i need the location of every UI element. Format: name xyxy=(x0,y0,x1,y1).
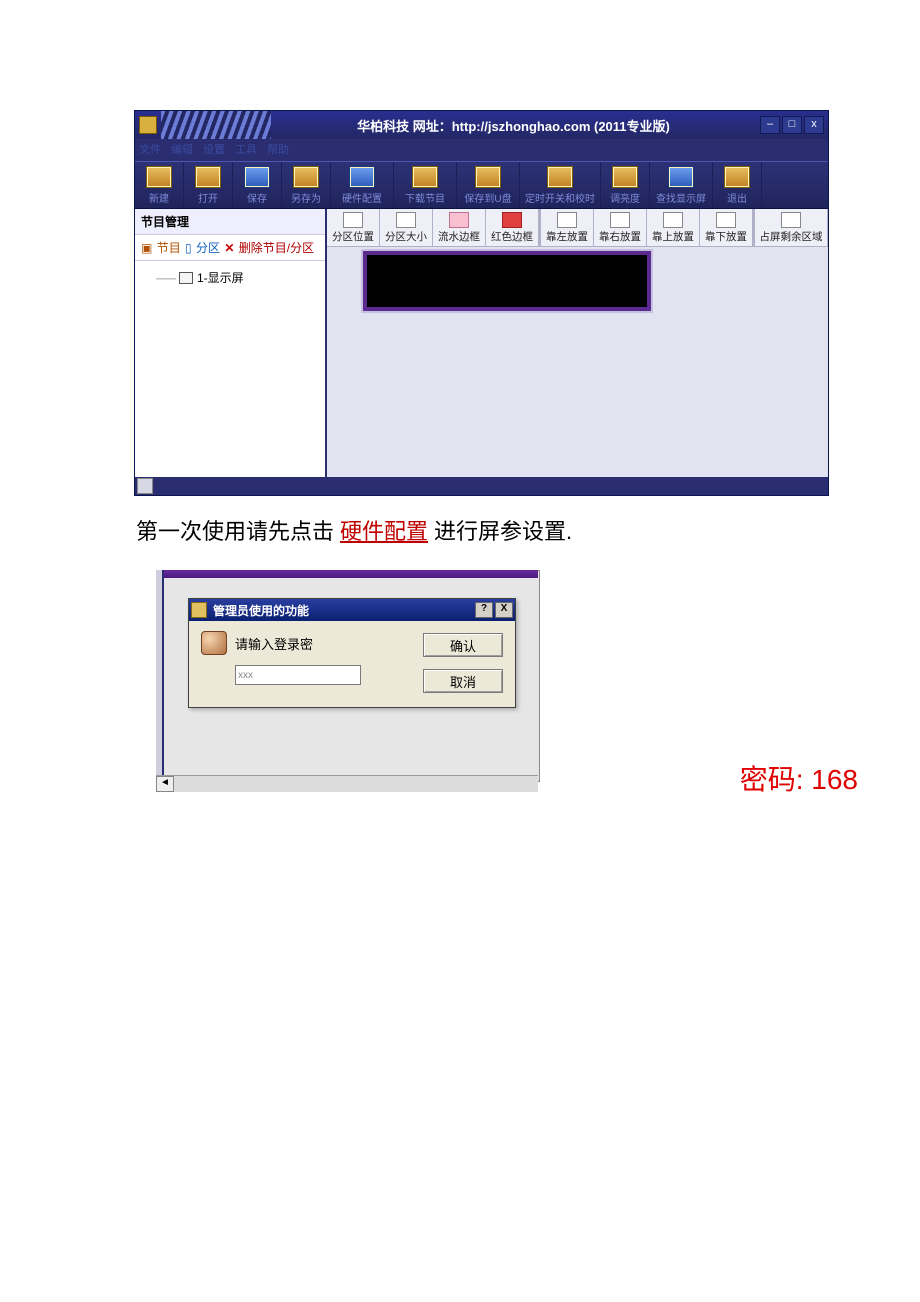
usb-icon xyxy=(475,166,501,188)
statusbar xyxy=(135,477,828,495)
dialog-close-button[interactable]: X xyxy=(495,602,513,618)
minimize-button[interactable]: – xyxy=(760,116,780,134)
new-icon xyxy=(146,166,172,188)
instruction-text: 第一次使用请先点击 硬件配置 进行屏参设置. xyxy=(136,514,880,546)
align-right-icon xyxy=(610,212,630,228)
toolbar-download[interactable]: 下载节目 xyxy=(394,162,457,208)
dialog-bg-left-bar xyxy=(156,570,164,780)
dialog-screenshot: ◄ 管理员使用的功能 ? X 请输入登录密 确认 xyxy=(134,570,688,792)
instruction-pre: 第一次使用请先点击 xyxy=(136,514,334,546)
menu-item[interactable]: 编辑 xyxy=(171,141,193,159)
close-button[interactable]: x xyxy=(804,116,824,134)
menu-item[interactable]: 设置 xyxy=(203,141,225,159)
sidebar: 节目管理 ▣ 节目 ▯ 分区 ✕ 删除节目/分区 ·········· 1-显示… xyxy=(135,209,327,477)
toolbar-timer[interactable]: 定时开关和校时 xyxy=(520,162,601,208)
app-icon xyxy=(139,116,157,134)
toolbar-save[interactable]: 保存 xyxy=(233,162,282,208)
main-toolbar: 新建 打开 保存 另存为 硬件配置 下载节目 保存到U盘 定时开关和校时 调亮度… xyxy=(135,161,828,209)
hardware-icon xyxy=(349,166,375,188)
menu-item[interactable]: 工具 xyxy=(235,141,257,159)
dialog-bg-purple-bar xyxy=(156,570,538,578)
scroll-left-icon[interactable]: ◄ xyxy=(156,776,174,792)
delete-x-icon: ✕ xyxy=(224,241,234,255)
sub-zone-size[interactable]: 分区大小 xyxy=(380,209,433,246)
canvas-area: 分区位置 分区大小 流水边框 红色边框 靠左放置 靠右放置 靠上放置 靠下放置 … xyxy=(327,209,828,477)
flow-border-icon xyxy=(449,212,469,228)
menu-item[interactable]: 文件 xyxy=(139,141,161,159)
toolbar-open[interactable]: 打开 xyxy=(184,162,233,208)
dialog-title: 管理员使用的功能 xyxy=(213,602,309,619)
toolbar-find[interactable]: 查找显示屏 xyxy=(650,162,713,208)
align-top-icon xyxy=(663,212,683,228)
program-tree: ·········· 1-显示屏 xyxy=(135,261,325,477)
sub-align-right[interactable]: 靠右放置 xyxy=(594,209,647,246)
align-bottom-icon xyxy=(716,212,736,228)
password-note: 密码: 168 xyxy=(740,758,858,798)
zone-size-icon xyxy=(396,212,416,228)
clock-icon xyxy=(547,166,573,188)
dialog-app-icon xyxy=(191,602,207,618)
toolbar-new[interactable]: 新建 xyxy=(135,162,184,208)
tab-program-icon: ▣ xyxy=(141,241,152,255)
display-icon xyxy=(179,272,193,284)
sidebar-tabs: ▣ 节目 ▯ 分区 ✕ 删除节目/分区 xyxy=(135,235,325,261)
ok-button[interactable]: 确认 xyxy=(423,633,503,657)
sub-flow-border[interactable]: 流水边框 xyxy=(433,209,486,246)
dialog-titlebar: 管理员使用的功能 ? X xyxy=(189,599,515,621)
dialog-bg-scrollbar: ◄ xyxy=(156,775,538,792)
download-icon xyxy=(412,166,438,188)
exit-icon xyxy=(724,166,750,188)
tree-connector: ·········· xyxy=(155,271,175,285)
instruction-post: 进行屏参设置. xyxy=(434,514,572,546)
sub-red-border[interactable]: 红色边框 xyxy=(486,209,539,246)
align-left-icon xyxy=(557,212,577,228)
saveas-icon xyxy=(293,166,319,188)
tree-node-label: 1-显示屏 xyxy=(197,269,244,286)
toolbar-saveas[interactable]: 另存为 xyxy=(282,162,331,208)
menu-item[interactable]: 帮助 xyxy=(267,141,289,159)
find-icon xyxy=(668,166,694,188)
tab-delete[interactable]: 删除节目/分区 xyxy=(239,241,314,255)
red-border-icon xyxy=(502,212,522,228)
titlebar-stripes xyxy=(161,111,271,139)
menubar: 文件 编辑 设置 工具 帮助 xyxy=(135,139,828,161)
window-title: 华柏科技 网址：http://jszhonghao.com (2011专业版) xyxy=(271,116,756,135)
sub-toolbar: 分区位置 分区大小 流水边框 红色边框 靠左放置 靠右放置 靠上放置 靠下放置 … xyxy=(327,209,828,247)
toolbar-saveusb[interactable]: 保存到U盘 xyxy=(457,162,520,208)
dialog-help-button[interactable]: ? xyxy=(475,602,493,618)
password-input[interactable] xyxy=(235,665,361,685)
sub-align-left[interactable]: 靠左放置 xyxy=(541,209,594,246)
save-icon xyxy=(244,166,270,188)
instruction-highlight: 硬件配置 xyxy=(340,514,428,546)
led-preview[interactable] xyxy=(363,251,651,311)
tab-program[interactable]: 节目 xyxy=(157,241,181,255)
zone-pos-icon xyxy=(343,212,363,228)
sub-zone-pos[interactable]: 分区位置 xyxy=(327,209,380,246)
cancel-button[interactable]: 取消 xyxy=(423,669,503,693)
status-handle-icon xyxy=(137,478,153,494)
tree-node-display1[interactable]: ·········· 1-显示屏 xyxy=(155,269,317,286)
toolbar-exit[interactable]: 退出 xyxy=(713,162,762,208)
password-prompt: 请输入登录密 xyxy=(235,634,313,653)
sidebar-title: 节目管理 xyxy=(135,209,325,235)
tab-zone[interactable]: 分区 xyxy=(196,241,220,255)
maximize-button[interactable]: □ xyxy=(782,116,802,134)
sub-fill-remaining[interactable]: 占屏剩余区域 xyxy=(755,209,828,246)
user-icon xyxy=(201,631,227,655)
sub-align-bottom[interactable]: 靠下放置 xyxy=(700,209,753,246)
login-dialog: 管理员使用的功能 ? X 请输入登录密 确认 取消 xyxy=(188,598,516,708)
sub-align-top[interactable]: 靠上放置 xyxy=(647,209,700,246)
app-window: 华柏科技 网址：http://jszhonghao.com (2011专业版) … xyxy=(134,110,829,496)
workspace: 节目管理 ▣ 节目 ▯ 分区 ✕ 删除节目/分区 ·········· 1-显示… xyxy=(135,209,828,477)
open-icon xyxy=(195,166,221,188)
toolbar-hardware[interactable]: 硬件配置 xyxy=(331,162,394,208)
fill-icon xyxy=(781,212,801,228)
titlebar: 华柏科技 网址：http://jszhonghao.com (2011专业版) … xyxy=(135,111,828,139)
brightness-icon xyxy=(612,166,638,188)
toolbar-brightness[interactable]: 调亮度 xyxy=(601,162,650,208)
tab-zone-icon: ▯ xyxy=(185,241,192,255)
